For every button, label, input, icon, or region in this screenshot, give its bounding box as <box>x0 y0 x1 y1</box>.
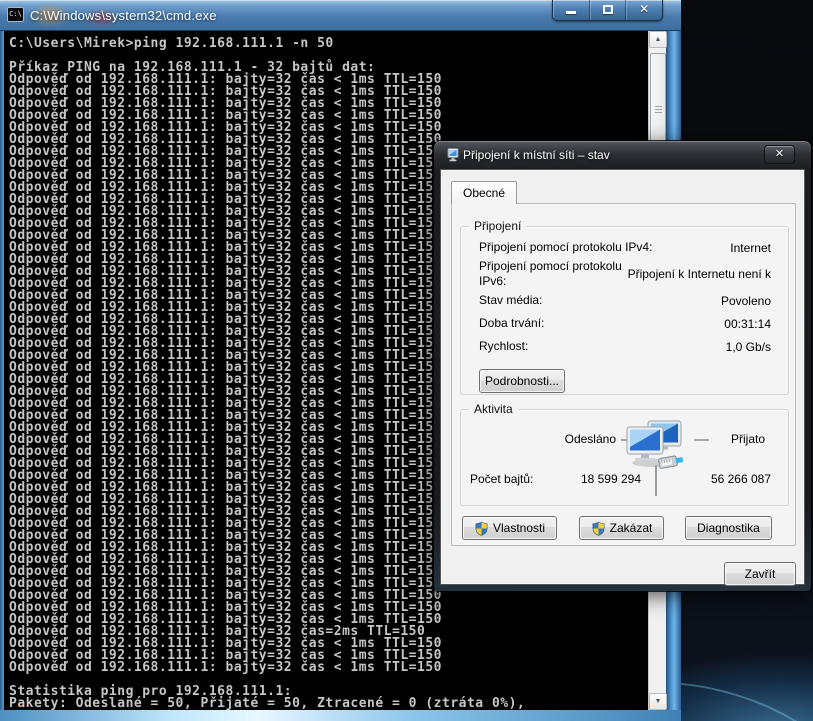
connection-row-label: Rychlost: <box>479 339 659 354</box>
uac-shield-icon <box>474 521 489 536</box>
cmd-window-border <box>0 710 681 721</box>
minimize-icon <box>566 11 576 14</box>
sent-label: Odesláno <box>521 432 616 446</box>
scroll-up-button[interactable]: ▲ <box>649 31 667 48</box>
connection-row-label: Připojení pomocí protokolu IPv4: <box>479 240 659 255</box>
cmd-titlebar[interactable]: C:\ C:\Windows\system32\cmd.exe ✕ <box>0 0 681 31</box>
close-dialog-button[interactable]: Zavřít <box>724 562 796 586</box>
minimize-button[interactable] <box>553 0 590 20</box>
properties-button-label: Vlastnosti <box>493 521 545 535</box>
connection-row: Připojení pomocí protokolu IPv4: Interne… <box>479 236 771 259</box>
bytes-separator <box>655 465 657 496</box>
cmd-window-title: C:\Windows\system32\cmd.exe <box>30 8 217 23</box>
bytes-received-value: 56 266 087 <box>691 472 771 486</box>
dialog-body: Obecné Připojení Připojení pomocí protok… <box>440 169 805 585</box>
bytes-sent-value: 18 599 294 <box>557 472 641 486</box>
close-button[interactable]: ✕ <box>626 0 662 20</box>
link-dash-icon <box>694 439 709 441</box>
diagnose-button[interactable]: Diagnostika <box>685 516 772 540</box>
connection-row: Doba trvání: 00:31:14 <box>479 312 771 335</box>
received-label: Přijato <box>731 432 791 446</box>
cmd-icon: C:\ <box>7 7 24 22</box>
bytes-label: Počet bajtů: <box>470 472 533 486</box>
uac-shield-icon <box>591 521 606 536</box>
maximize-button[interactable] <box>590 0 627 20</box>
connection-group-label: Připojení <box>469 219 526 233</box>
connection-row: Připojení pomocí protokolu IPv6: Připoje… <box>479 259 771 289</box>
activity-group-label: Aktivita <box>469 402 518 416</box>
general-tab-panel: Připojení Připojení pomocí protokolu IPv… <box>451 203 796 546</box>
connection-row-label: Doba trvání: <box>479 316 659 331</box>
connection-group: Připojení Připojení pomocí protokolu IPv… <box>460 226 789 395</box>
dialog-close-button[interactable]: ✕ <box>764 145 795 164</box>
caption-buttons: ✕ <box>552 0 663 21</box>
dialog-title: Připojení k místní síti – stav <box>463 148 610 162</box>
connection-rows: Připojení pomocí protokolu IPv4: Interne… <box>479 236 771 358</box>
disable-button-label: Zakázat <box>610 521 653 535</box>
scrollbar-grip-icon <box>655 106 662 107</box>
scroll-down-button[interactable]: ▼ <box>649 693 667 710</box>
connection-row-value: Internet <box>659 241 771 255</box>
connection-row: Stav média: Povoleno <box>479 289 771 312</box>
close-icon: ✕ <box>626 2 662 16</box>
diagnose-button-label: Diagnostika <box>697 521 760 535</box>
connection-row-label: Připojení pomocí protokolu IPv6: <box>479 259 628 289</box>
connection-row-label: Stav média: <box>479 293 659 308</box>
properties-button[interactable]: Vlastnosti <box>462 516 557 540</box>
dialog-titlebar[interactable]: Připojení k místní síti – stav ✕ <box>434 141 811 169</box>
network-status-dialog: Připojení k místní síti – stav ✕ Obecné … <box>434 141 811 591</box>
tab-general[interactable]: Obecné <box>451 181 517 204</box>
connection-row-value: 00:31:14 <box>659 317 771 331</box>
network-connection-icon <box>445 147 461 163</box>
connection-row: Rychlost: 1,0 Gb/s <box>479 335 771 358</box>
desktop: C:\ C:\Windows\system32\cmd.exe ✕ C:\Use… <box>0 0 813 721</box>
activity-group: Aktivita Odesláno <box>460 409 789 506</box>
network-computers-icon <box>625 419 687 471</box>
disable-button[interactable]: Zakázat <box>579 516 664 540</box>
details-button[interactable]: Podrobnosti... <box>479 369 565 393</box>
connection-row-value: Připojení k Internetu není k <box>628 267 771 281</box>
connection-row-value: 1,0 Gb/s <box>659 340 771 354</box>
maximize-icon <box>603 5 613 14</box>
connection-row-value: Povoleno <box>659 294 771 308</box>
